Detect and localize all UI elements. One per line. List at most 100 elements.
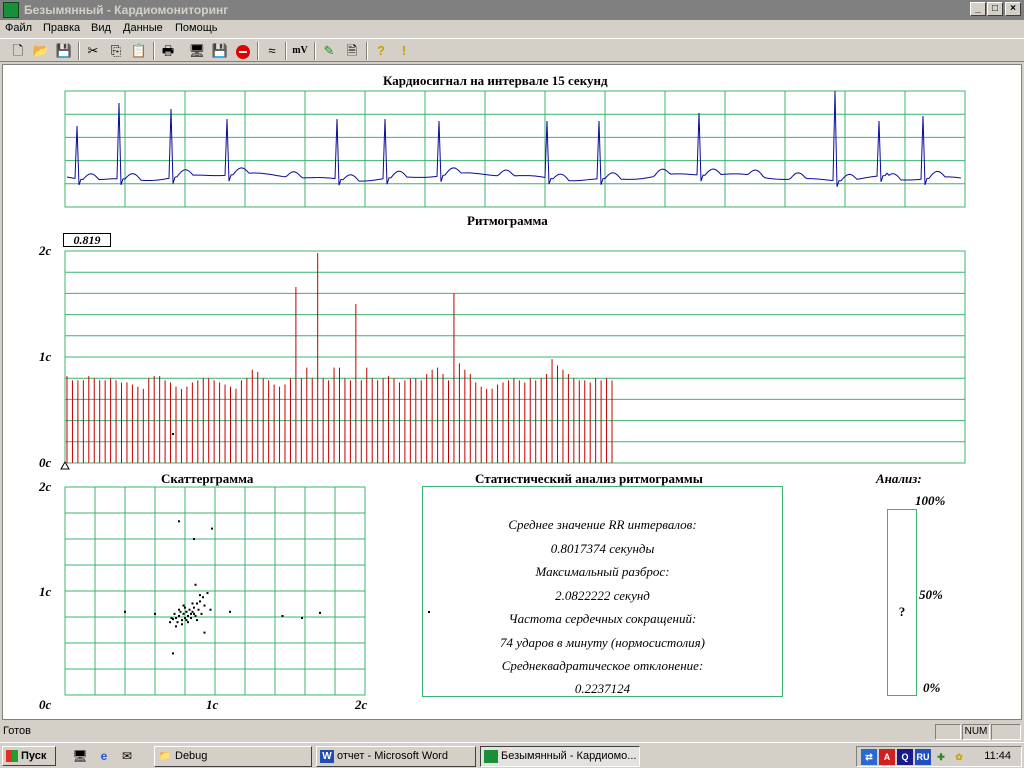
app-task-icon [484, 750, 498, 763]
analysis-meter: ? [887, 509, 917, 696]
open-icon[interactable]: 📂 [31, 41, 51, 61]
tray-language-icon[interactable]: RU [915, 749, 931, 765]
max-label: Максимальный разброс: [535, 564, 670, 579]
scatter-point [185, 619, 188, 622]
outlook-icon[interactable]: ✉ [119, 748, 135, 764]
scatter-point [191, 602, 194, 605]
help-icon[interactable]: ? [371, 41, 391, 61]
analysis-100: 100% [915, 493, 946, 508]
scatter-x-label-1: 1с [206, 697, 219, 712]
scatter-point [182, 612, 185, 615]
scatter-y-label-2: 2с [39, 479, 52, 494]
scatter-point [188, 608, 191, 611]
scatter-point [209, 608, 212, 611]
status-panel-num: NUM [962, 724, 990, 740]
scatter-point [229, 610, 231, 613]
system-tray: ⇄ A Q RU ✚ ✿ 11:44 [856, 746, 1022, 767]
scatter-point [184, 617, 186, 620]
document-icon[interactable]: 🗎 [342, 41, 362, 61]
scatter-point [178, 520, 180, 523]
mean-value: 0.8017374 секунды [550, 541, 655, 556]
max-value: 2.0822222 секунд [555, 588, 650, 603]
scatter-point [211, 527, 213, 530]
scatter-point [182, 604, 185, 607]
task-debug[interactable]: 📁 Debug [154, 746, 312, 767]
scatter-point [181, 619, 183, 622]
ecg-trace [66, 90, 962, 187]
hr-label: Частота сердечных сокращений: [508, 611, 697, 626]
stats-panel: Среднее значение RR интервалов: 0.801737… [422, 486, 783, 697]
taskbar: Пуск 🖥 e ✉ 📁 Debug Wотчет - Microsoft Wor… [0, 742, 1024, 768]
scatter-point [193, 538, 195, 540]
scatter-point [190, 617, 192, 620]
start-label: Пуск [21, 750, 47, 762]
task-cardio[interactable]: Безымянный - Кардиомо... [480, 746, 640, 767]
ecg-frame [64, 90, 966, 208]
rhythm-y-label-1: 1с [39, 349, 52, 364]
menu-data[interactable]: Данные [123, 22, 163, 34]
stop-icon[interactable] [233, 41, 253, 61]
scatter-point [178, 608, 180, 611]
rhythm-title: Ритмограмма [467, 213, 548, 228]
scatter-point [175, 625, 177, 628]
cut-icon[interactable]: ✂ [83, 41, 103, 61]
tray-acrobat-icon[interactable]: A [879, 749, 895, 765]
ie-icon[interactable]: e [96, 748, 112, 764]
analysis-title: Анализ: [876, 471, 922, 486]
scatter-point [202, 596, 204, 599]
tray-quicktime-icon[interactable]: Q [897, 749, 913, 765]
whatsthis-icon[interactable]: ! [394, 41, 414, 61]
mv-icon[interactable]: mV [290, 41, 310, 61]
mean-label: Среднее значение RR интервалов: [508, 517, 697, 532]
menu-view[interactable]: Вид [91, 22, 111, 34]
scatter-point [206, 592, 209, 595]
scatter-point [185, 610, 188, 613]
scatter-x-label-2: 2с [355, 697, 368, 712]
scatter-point [197, 608, 200, 611]
status-panel-scrl [991, 724, 1021, 740]
scatter-point [154, 612, 156, 615]
status-text: Готов [3, 725, 31, 737]
sd-value: 0.2237124 [574, 681, 631, 696]
scatter-point [187, 614, 189, 617]
task-label: отчет - Microsoft Word [337, 750, 448, 762]
scatter-point [203, 604, 206, 607]
scatter-point [196, 602, 198, 605]
rhythm-y-label-0: 0с [39, 455, 52, 470]
scatter-y-label-0: 0с [39, 697, 52, 712]
paste-icon[interactable]: 📋 [129, 41, 149, 61]
scatter-point [175, 617, 177, 620]
scatter-point [181, 623, 183, 626]
menu-help[interactable]: Помощь [175, 22, 218, 34]
tray-shield-icon[interactable]: ✚ [933, 749, 949, 765]
save-icon[interactable]: 💾 [54, 41, 74, 61]
new-icon[interactable]: 🗋 [8, 41, 28, 61]
scatter-point [203, 631, 206, 634]
minimize-button[interactable]: _ [970, 2, 986, 16]
scatter-point [193, 606, 195, 609]
menu-file[interactable]: Файл [5, 22, 32, 34]
tray-network-icon[interactable]: ⇄ [861, 749, 877, 765]
start-button[interactable]: Пуск [2, 746, 56, 766]
rhythm-y-label-2: 2с [39, 243, 52, 258]
print-icon[interactable]: 🖶 [158, 41, 178, 61]
desktop-icon[interactable]: 🖥 [72, 748, 88, 764]
task-word[interactable]: Wотчет - Microsoft Word [316, 746, 476, 767]
save-disk-icon[interactable]: 💾 [210, 41, 230, 61]
rhythm-point [172, 433, 174, 435]
menu-edit[interactable]: Правка [43, 22, 80, 34]
analysis-result: ? [898, 604, 906, 619]
scatter-y-label-1: 1с [39, 584, 52, 599]
wave-icon[interactable]: ≈ [262, 41, 282, 61]
maximize-button[interactable]: □ [987, 2, 1003, 16]
rhythm-chart [60, 250, 966, 470]
scatter-point [179, 610, 182, 613]
tray-star-icon[interactable]: ✿ [951, 749, 967, 765]
monitor-icon[interactable]: 🖥 [187, 41, 207, 61]
cursor-value: 0.819 [63, 233, 111, 247]
word-icon: W [320, 750, 334, 763]
pen-icon[interactable]: ✎ [319, 41, 339, 61]
scatter-point [199, 594, 201, 597]
close-button[interactable]: × [1005, 2, 1021, 16]
copy-icon[interactable]: ⎘ [106, 41, 126, 61]
